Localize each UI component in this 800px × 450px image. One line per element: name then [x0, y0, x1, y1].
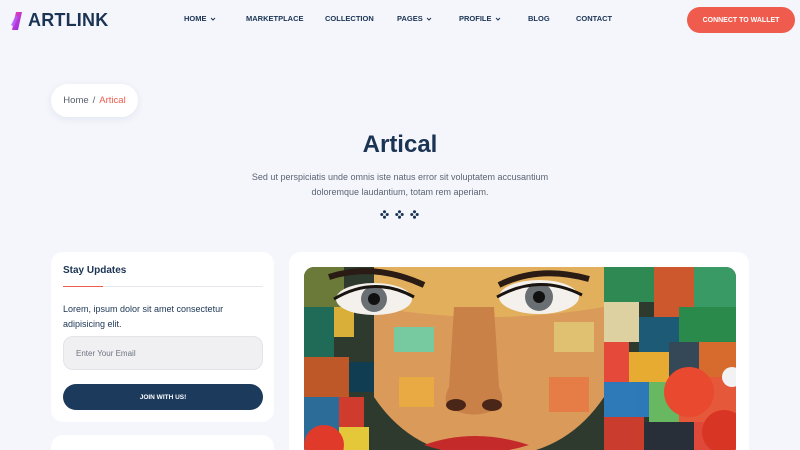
nav-item-label: BLOG	[528, 14, 550, 23]
widget-text: Lorem, ipsum dolor sit amet consectetur …	[63, 304, 224, 329]
chevron-down-icon	[426, 17, 432, 21]
nav-item-home[interactable]: HOME	[184, 14, 216, 23]
nav-item-label: HOME	[184, 14, 207, 23]
join-button[interactable]: JOIN WITH US!	[63, 384, 263, 410]
nav-item-label: COLLECTION	[325, 14, 374, 23]
nav-item-contact[interactable]: CONTACT	[576, 14, 612, 23]
main-nav: HOME MARKETPLACE COLLECTION PAGES PROFIL…	[0, 14, 800, 28]
widget-divider-accent	[63, 286, 103, 287]
email-field[interactable]	[63, 336, 263, 370]
breadcrumb: Home / Artical	[51, 84, 138, 117]
nav-item-collection[interactable]: COLLECTION	[325, 14, 374, 23]
nav-item-label: PAGES	[397, 14, 423, 23]
chevron-down-icon	[210, 17, 215, 21]
newsletter-widget: Stay Updates Lorem, ipsum dolor sit amet…	[51, 252, 274, 422]
breadcrumb-current: Artical	[99, 95, 126, 106]
nav-item-pages[interactable]: PAGES	[397, 14, 432, 23]
nav-item-label: CONTACT	[576, 14, 613, 23]
page-title: Artical	[362, 131, 438, 158]
mosaic-portrait-image	[304, 267, 736, 450]
widget-title: Stay Updates	[63, 265, 127, 276]
connect-wallet-button[interactable]: CONNECT TO WALLET	[687, 7, 795, 33]
title-ornament	[380, 210, 419, 219]
chevron-down-icon	[495, 17, 500, 21]
nav-item-marketplace[interactable]: MARKETPLACE	[246, 14, 304, 23]
flower-icon	[395, 210, 404, 219]
sidebar-widget	[51, 435, 274, 450]
flower-icon	[380, 210, 389, 219]
article-image[interactable]	[304, 267, 736, 450]
page-description: Sed ut perspiciatis unde omnis iste natu…	[251, 172, 549, 197]
breadcrumb-separator: /	[92, 95, 96, 106]
flower-icon	[410, 210, 419, 219]
nav-item-profile[interactable]: PROFILE	[459, 14, 501, 23]
breadcrumb-home-link[interactable]: Home	[63, 95, 88, 106]
site-header: ARTLINK HOME MARKETPLACE COLLECTION PAGE…	[0, 0, 800, 40]
nav-item-label: MARKETPLACE	[246, 14, 304, 23]
nav-item-label: PROFILE	[459, 14, 492, 23]
nav-item-blog[interactable]: BLOG	[528, 14, 550, 23]
